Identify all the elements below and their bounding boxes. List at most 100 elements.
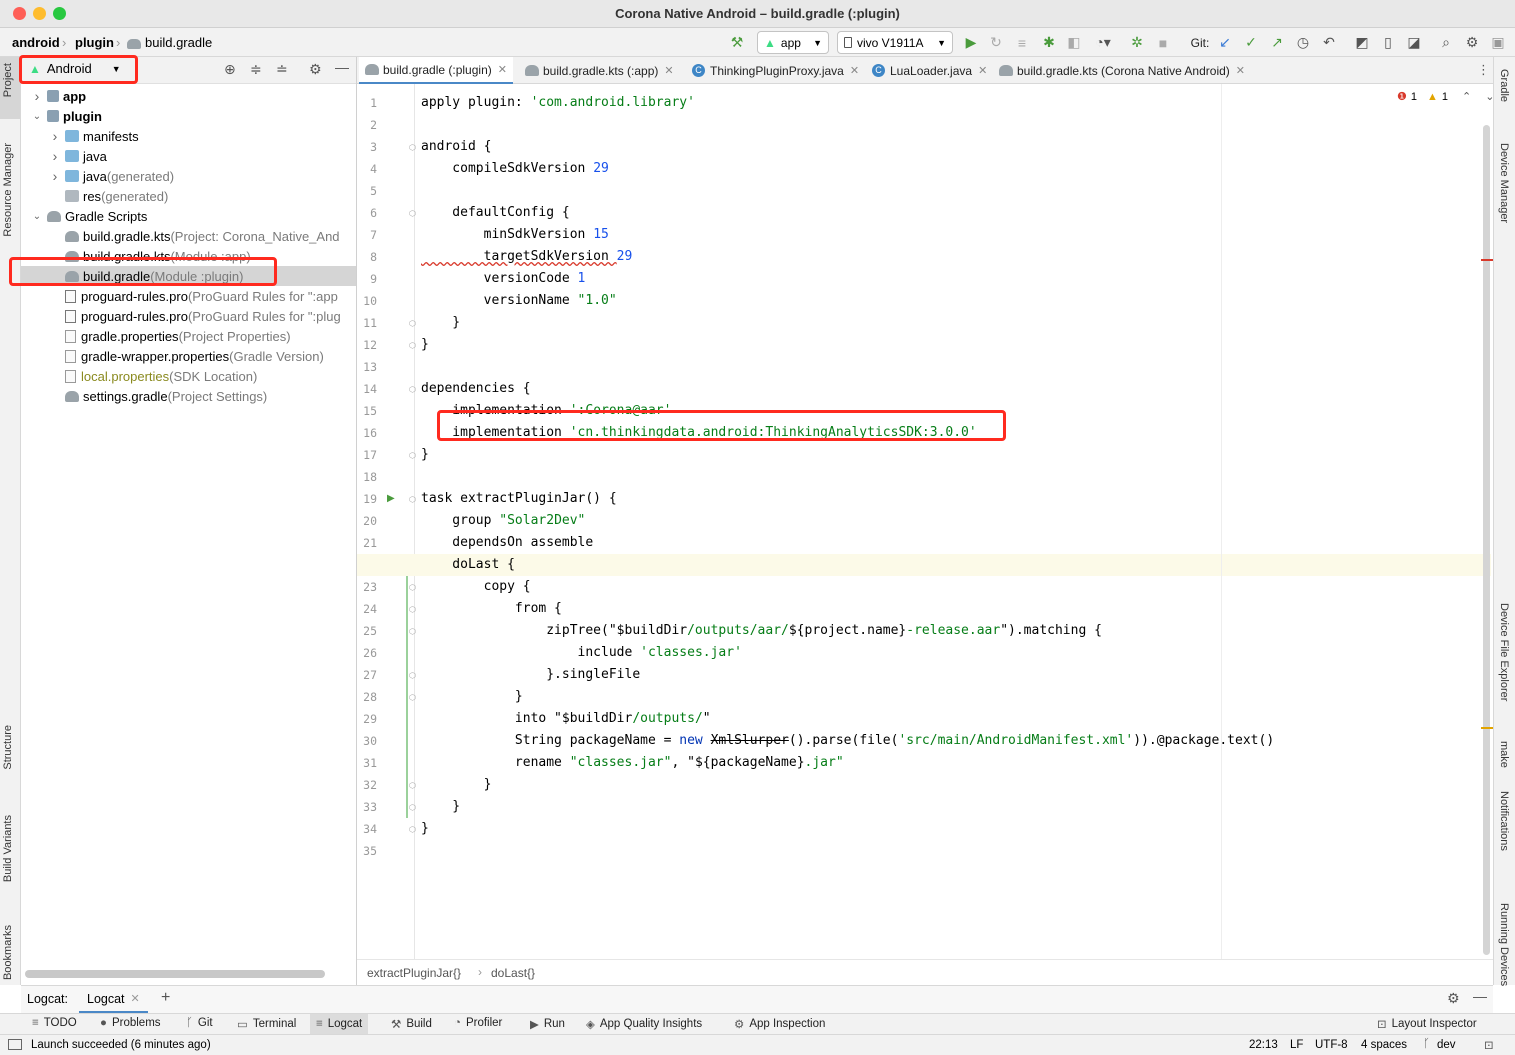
build-hammer-icon[interactable]: ⚒ <box>728 32 746 53</box>
fold-marker-icon[interactable]: ⬡ <box>409 825 416 834</box>
breadcrumb-function[interactable]: extractPluginJar{} <box>367 966 461 980</box>
fold-marker-icon[interactable]: ⬡ <box>409 143 416 152</box>
fold-marker-icon[interactable]: ⬡ <box>409 693 416 702</box>
tool-window-button[interactable]: ≡ Logcat <box>310 1014 369 1034</box>
avatar-icon[interactable]: ▣ <box>1489 32 1507 53</box>
caret-position[interactable]: 22:13 <box>1249 1039 1278 1051</box>
tree-item[interactable]: settings.gradle (Project Settings) <box>21 386 356 406</box>
fold-marker-icon[interactable]: ⬡ <box>409 605 416 614</box>
editor-tab[interactable]: C LuaLoader.java ✕ <box>866 57 993 84</box>
fold-marker-icon[interactable]: ⬡ <box>409 451 416 460</box>
close-icon[interactable]: ✕ <box>1236 64 1245 77</box>
tree-arrow-icon[interactable]: › <box>49 168 61 184</box>
horizontal-scrollbar[interactable] <box>25 970 325 978</box>
more-tabs-icon[interactable]: ⋮ <box>1477 62 1490 78</box>
status-message[interactable]: Launch succeeded (6 minutes ago) <box>31 1039 211 1051</box>
breadcrumb-file[interactable]: build.gradle <box>145 35 212 50</box>
fold-marker-icon[interactable]: ⬡ <box>409 671 416 680</box>
apply-code-changes-icon[interactable]: ≡ <box>1013 32 1031 53</box>
fold-marker-icon[interactable]: ⬡ <box>409 583 416 592</box>
run-icon[interactable]: ▶ <box>962 32 980 53</box>
editor-tab[interactable]: build.gradle.kts (:app) ✕ <box>519 57 680 84</box>
close-icon[interactable]: ✕ <box>978 64 987 77</box>
fold-marker-icon[interactable]: ⬡ <box>409 627 416 636</box>
hide-panel-icon[interactable]: — <box>1473 988 1487 1004</box>
tool-window-button[interactable]: ● Problems <box>100 1017 161 1029</box>
previous-highlight-icon[interactable]: ⌃ <box>1462 90 1471 103</box>
tree-item[interactable]: ⌄ plugin <box>21 106 356 126</box>
git-branch[interactable]: dev <box>1437 1039 1456 1051</box>
locate-icon[interactable]: ⊕ <box>224 61 236 78</box>
next-highlight-icon[interactable]: ⌄ <box>1485 90 1494 103</box>
tool-window-button[interactable]: ᚴ Git <box>186 1017 213 1029</box>
sdk-manager-icon[interactable]: ◩ <box>1353 32 1371 53</box>
close-icon[interactable]: ✕ <box>131 992 140 1005</box>
apply-changes-icon[interactable]: ↻ <box>987 32 1005 53</box>
line-separator[interactable]: LF <box>1290 1039 1303 1051</box>
tool-window-button[interactable]: ⊡ Layout Inspector <box>1377 1017 1477 1031</box>
options-gear-icon[interactable]: ⚙ <box>309 61 322 78</box>
tree-item[interactable]: › manifests <box>21 126 356 146</box>
tool-project[interactable]: Project <box>2 63 14 97</box>
tree-item[interactable]: build.gradle.kts (Project: Corona_Native… <box>21 226 356 246</box>
tree-arrow-icon[interactable]: › <box>49 128 61 144</box>
close-icon[interactable]: ✕ <box>664 64 673 77</box>
tree-item[interactable]: local.properties (SDK Location) <box>21 366 356 386</box>
close-icon[interactable]: ✕ <box>498 63 507 76</box>
coverage-icon[interactable]: ◔▾ <box>1090 32 1116 53</box>
tool-running-devices[interactable]: Running Devices <box>1498 903 1510 986</box>
breadcrumb-project[interactable]: android <box>12 35 60 50</box>
close-icon[interactable]: ✕ <box>850 64 859 77</box>
indent-setting[interactable]: 4 spaces <box>1361 1039 1407 1051</box>
git-push-icon[interactable]: ↗ <box>1268 32 1286 53</box>
panel-toggle-icon[interactable] <box>8 1039 22 1050</box>
tree-item[interactable]: › app <box>21 86 356 106</box>
file-encoding[interactable]: UTF-8 <box>1315 1039 1348 1051</box>
tree-item[interactable]: proguard-rules.pro (ProGuard Rules for "… <box>21 306 356 326</box>
tool-window-button[interactable]: ▶ Run <box>530 1017 565 1031</box>
breadcrumb-block[interactable]: doLast{} <box>491 966 535 980</box>
git-update-icon[interactable]: ↙ <box>1216 32 1234 53</box>
tree-item[interactable]: proguard-rules.pro (ProGuard Rules for "… <box>21 286 356 306</box>
debug-icon[interactable]: ✱ <box>1040 32 1058 53</box>
tree-item[interactable]: ⌄ Gradle Scripts <box>21 206 356 226</box>
tree-arrow-icon[interactable]: ⌄ <box>31 211 43 222</box>
tree-arrow-icon[interactable]: › <box>31 88 43 104</box>
device-manager-icon[interactable]: ▯ <box>1379 32 1397 53</box>
tool-window-button[interactable]: ◔ Profiler <box>454 1017 502 1029</box>
warning-stripe-mark[interactable] <box>1481 727 1493 729</box>
attach-debugger-icon[interactable]: ✲ <box>1128 32 1146 53</box>
device-select[interactable]: vivo V1911A ▼ <box>837 31 953 54</box>
tree-item[interactable]: res (generated) <box>21 186 356 206</box>
expand-all-icon[interactable]: ≑ <box>250 61 262 78</box>
inspection-widget[interactable]: ❶ 1 ▲ 1 ⌃ ⌄ <box>1397 90 1494 104</box>
tool-structure[interactable]: Structure <box>2 725 14 770</box>
tool-resource-manager[interactable]: Resource Manager <box>2 143 14 237</box>
fold-marker-icon[interactable]: ⬡ <box>409 319 416 328</box>
tool-window-button[interactable]: ⚙ App Inspection <box>734 1017 825 1031</box>
fold-marker-icon[interactable]: ⬡ <box>409 803 416 812</box>
collapse-all-icon[interactable]: ≐ <box>276 61 288 78</box>
add-tab-icon[interactable]: + <box>161 989 170 1007</box>
editor-tab[interactable]: C ThinkingPluginProxy.java ✕ <box>686 57 865 84</box>
fold-marker-icon[interactable]: ⬡ <box>409 781 416 790</box>
tree-item[interactable]: gradle-wrapper.properties (Gradle Versio… <box>21 346 356 366</box>
logcat-tab[interactable]: Logcat ✕ <box>79 986 148 1013</box>
settings-gear-icon[interactable]: ⚙ <box>1463 32 1481 53</box>
fold-marker-icon[interactable]: ⬡ <box>409 385 416 394</box>
editor-tab[interactable]: build.gradle (:plugin) ✕ <box>359 57 513 84</box>
stop-icon[interactable]: ■ <box>1154 32 1172 53</box>
profile-icon[interactable]: ◧ <box>1065 32 1083 53</box>
run-config-select[interactable]: ▲ app ▼ <box>757 31 829 54</box>
breadcrumb-module[interactable]: plugin <box>75 35 114 50</box>
sync-gradle-icon[interactable]: ◪ <box>1405 32 1423 53</box>
code-editor[interactable]: apply plugin: 'com.android.library' andro… <box>357 84 1491 959</box>
vertical-scrollbar[interactable] <box>1483 125 1490 955</box>
history-icon[interactable]: ◷ <box>1294 32 1312 53</box>
fold-marker-icon[interactable]: ⬡ <box>409 341 416 350</box>
tool-device-manager[interactable]: Device Manager <box>1498 143 1510 223</box>
search-icon[interactable]: ⌕ <box>1437 32 1455 53</box>
tool-make[interactable]: make <box>1498 741 1510 768</box>
vcs-change-marker[interactable] <box>406 554 408 818</box>
tree-item[interactable]: › java (generated) <box>21 166 356 186</box>
